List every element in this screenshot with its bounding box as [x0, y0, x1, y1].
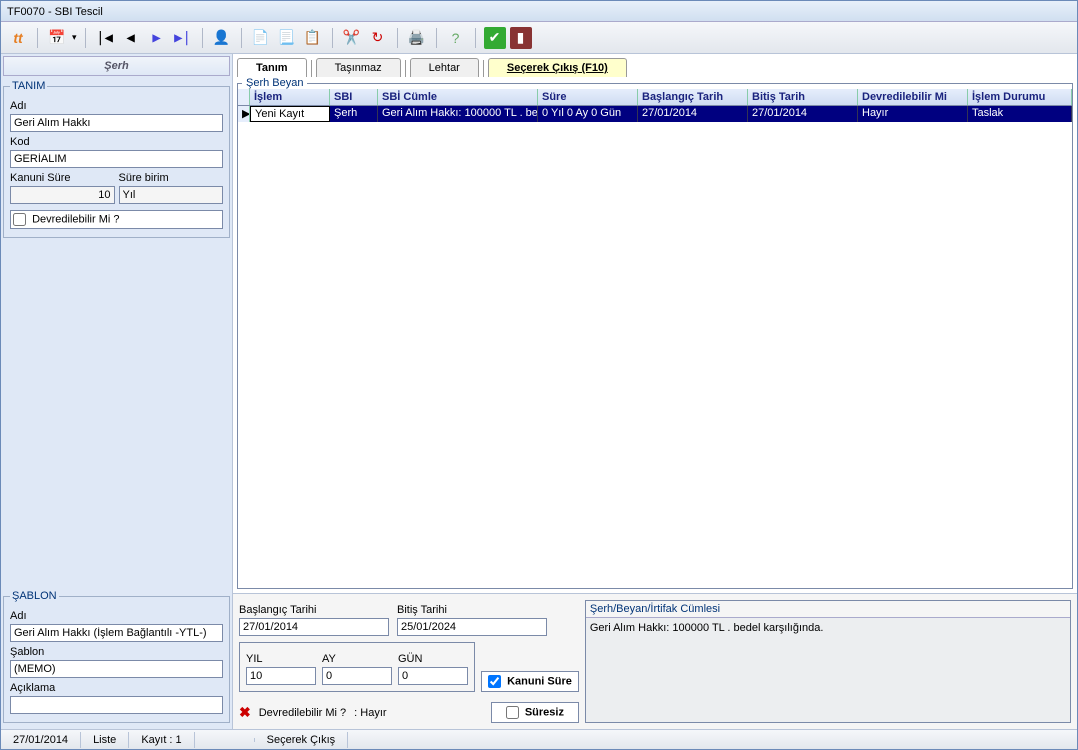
suresiz-checkbox[interactable]	[506, 706, 519, 719]
sadi-label: Adı	[10, 610, 223, 622]
print-icon[interactable]: 🖨️	[406, 27, 428, 49]
toolbar: tt 📅 ▾ |◀ ◀ ▶ ▶| 👤 📄 📃 📋 ✂️ ↻ 🖨️ ? ✔ ▮	[1, 22, 1077, 54]
calendar-icon[interactable]: 📅	[46, 27, 68, 49]
kanuni-checkbox[interactable]	[488, 675, 501, 688]
cumle-text[interactable]: Geri Alım Hakkı: 100000 TL . bedel karşı…	[586, 618, 1070, 722]
close-icon[interactable]: ▮	[510, 27, 532, 49]
suresiz-label: Süresiz	[525, 706, 564, 718]
tanim-legend: TANIM	[10, 80, 47, 92]
cell-durum: Taslak	[968, 106, 1072, 122]
cell-bastarih: 27/01/2014	[638, 106, 748, 122]
ssablon-field[interactable]	[10, 660, 223, 678]
col-sure[interactable]: Süre	[538, 89, 638, 105]
devr-q-label: Devredilebilir Mi ?	[259, 707, 346, 719]
col-bastarih[interactable]: Başlangıç Tarih	[638, 89, 748, 105]
list-icon[interactable]: 📋	[302, 27, 324, 49]
grid-container: Şerh Beyan İşlem SBI SBİ Cümle Süre Başl…	[237, 83, 1073, 589]
saciklama-field[interactable]	[10, 696, 223, 714]
kod-label: Kod	[10, 136, 223, 148]
bottom-panel: Başlangıç Tarihi Bitiş Tarihi YIL	[233, 593, 1077, 729]
cell-islem[interactable]: Yeni Kayıt	[250, 106, 330, 122]
user-icon[interactable]: 👤	[211, 27, 233, 49]
col-devr[interactable]: Devredilebilir Mi	[858, 89, 968, 105]
col-islem[interactable]: İşlem	[250, 89, 330, 105]
cell-sure: 0 Yıl 0 Ay 0 Gün	[538, 106, 638, 122]
devr-checkbox[interactable]	[13, 213, 26, 226]
cell-bittarih: 27/01/2014	[748, 106, 858, 122]
adi-label: Adı	[10, 100, 223, 112]
sablon-section: ŞABLON Adı Şablon Açıklama	[3, 590, 230, 723]
col-sbi[interactable]: SBI	[330, 89, 378, 105]
title-bar: TF0070 - SBI Tescil	[1, 1, 1077, 22]
tab-tasinmaz[interactable]: Taşınmaz	[316, 58, 401, 77]
yil-field[interactable]	[246, 667, 316, 685]
first-icon[interactable]: |◀	[94, 27, 116, 49]
tab-lehtar[interactable]: Lehtar	[410, 58, 479, 77]
cumle-box: Şerh/Beyan/İrtifak Cümlesi Geri Alım Hak…	[585, 600, 1071, 723]
adi-field[interactable]	[10, 114, 223, 132]
table-row[interactable]: ▶ Yeni Kayıt Şerh Geri Alım Hakkı: 10000…	[238, 106, 1072, 122]
kod-field[interactable]	[10, 150, 223, 168]
devr-q-val: : Hayır	[354, 707, 386, 719]
ay-label: AY	[322, 653, 392, 665]
cumle-label: Şerh/Beyan/İrtifak Cümlesi	[586, 601, 1070, 618]
gun-field[interactable]	[398, 667, 468, 685]
status-liste[interactable]: Liste	[81, 732, 129, 748]
gun-label: GÜN	[398, 653, 468, 665]
status-bar: 27/01/2014 Liste Kayıt : 1 Seçerek Çıkış	[1, 729, 1077, 749]
prev-icon[interactable]: ◀	[120, 27, 142, 49]
saciklama-label: Açıklama	[10, 682, 223, 694]
sbirim-label: Süre birim	[119, 172, 224, 184]
help-icon[interactable]: ?	[445, 27, 467, 49]
ssablon-label: Şablon	[10, 646, 223, 658]
sablon-legend: ŞABLON	[10, 590, 59, 602]
cell-devr: Hayır	[858, 106, 968, 122]
refresh-icon[interactable]: ↻	[367, 27, 389, 49]
row-marker: ▶	[238, 106, 250, 122]
ksure-field[interactable]	[10, 186, 115, 204]
tab-secerek-cikis[interactable]: Seçerek Çıkış (F10)	[488, 58, 627, 77]
doc-icon[interactable]: 📄	[250, 27, 272, 49]
cut-icon[interactable]: ✂️	[341, 27, 363, 49]
tanim-section: TANIM Adı Kod Kanuni Süre Süre birim	[3, 80, 230, 238]
ksure-label: Kanuni Süre	[10, 172, 115, 184]
col-sbicumle[interactable]: SBİ Cümle	[378, 89, 538, 105]
sbirim-field[interactable]	[119, 186, 224, 204]
col-durum[interactable]: İşlem Durumu	[968, 89, 1072, 105]
x-icon: ✖	[239, 704, 251, 721]
kanuni-button[interactable]: Kanuni Süre	[481, 671, 579, 692]
suresiz-button[interactable]: Süresiz	[491, 702, 579, 723]
left-header[interactable]: Şerh	[3, 56, 230, 76]
last-icon[interactable]: ▶|	[172, 27, 194, 49]
sadi-field[interactable]	[10, 624, 223, 642]
row-marker-head	[238, 89, 250, 105]
status-kayit: Kayıt : 1	[129, 732, 194, 748]
kanuni-label: Kanuni Süre	[507, 675, 572, 687]
status-cikis[interactable]: Seçerek Çıkış	[255, 732, 348, 748]
next-icon[interactable]: ▶	[146, 27, 168, 49]
tabs: Tanım Taşınmaz Lehtar Seçerek Çıkış (F10…	[233, 54, 1077, 77]
duration-box: YIL AY GÜN	[239, 642, 475, 692]
grid-legend: Şerh Beyan	[242, 77, 307, 89]
bas-label: Başlangıç Tarihi	[239, 604, 389, 616]
app-icon[interactable]: tt	[7, 27, 29, 49]
window-title: TF0070 - SBI Tescil	[7, 6, 103, 18]
tab-tanim[interactable]: Tanım	[237, 58, 307, 77]
cell-sbicumle: Geri Alım Hakkı: 100000 TL . bed	[378, 106, 538, 122]
ok-icon[interactable]: ✔	[484, 27, 506, 49]
cell-sbi: Şerh	[330, 106, 378, 122]
bit-label: Bitiş Tarihi	[397, 604, 547, 616]
newdoc-icon[interactable]: 📃	[276, 27, 298, 49]
yil-label: YIL	[246, 653, 316, 665]
bas-field[interactable]	[239, 618, 389, 636]
bit-field[interactable]	[397, 618, 547, 636]
ay-field[interactable]	[322, 667, 392, 685]
col-bittarih[interactable]: Bitiş Tarih	[748, 89, 858, 105]
devr-label: Devredilebilir Mi ?	[32, 213, 119, 225]
status-date: 27/01/2014	[1, 732, 81, 748]
